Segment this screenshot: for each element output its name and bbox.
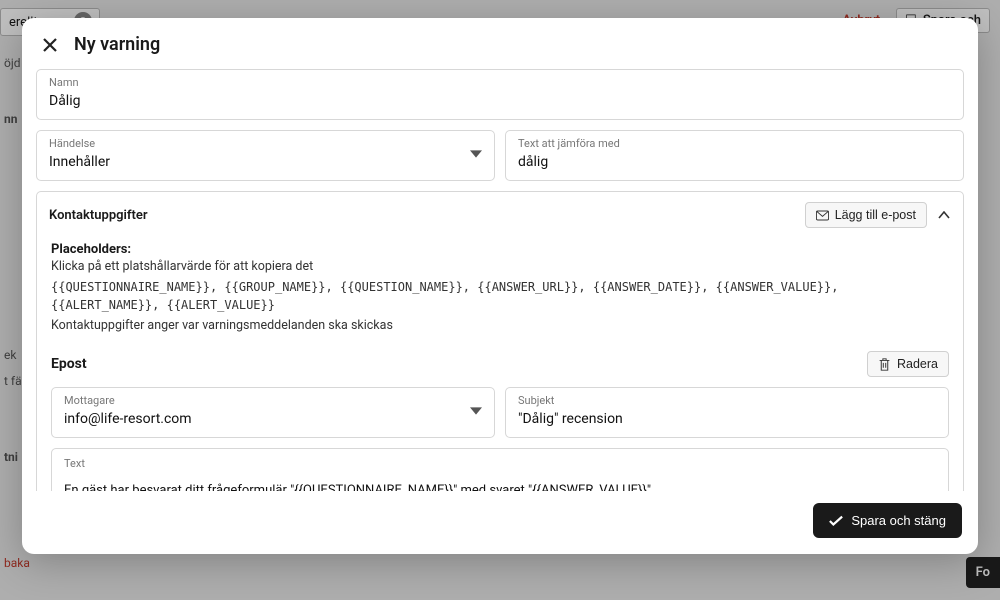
event-label: Händelse — [49, 137, 482, 151]
recipients-select[interactable]: Mottagare info@life-resort.com — [51, 387, 495, 438]
name-label: Namn — [49, 76, 951, 90]
modal-footer: Spara och stäng — [22, 491, 978, 554]
save-and-close-button[interactable]: Spara och stäng — [813, 503, 962, 538]
placeholders-title: Placeholders: — [51, 242, 949, 257]
compare-text-field[interactable]: Text att jämföra med dålig — [505, 130, 964, 181]
email-text-label: Text — [64, 457, 936, 470]
close-icon[interactable] — [40, 35, 60, 55]
subject-field[interactable]: Subjekt "Dålig" recension — [505, 387, 949, 438]
subject-label: Subjekt — [518, 394, 936, 408]
placeholders-note: Kontaktuppgifter anger var varningsmedde… — [51, 318, 949, 333]
epost-title: Epost — [51, 356, 87, 372]
chevron-up-icon — [938, 211, 950, 219]
modal-body: Namn Dålig Händelse Innehåller Text att … — [22, 69, 978, 491]
contact-section: Kontaktuppgifter Lägg till e-post Placeh… — [36, 191, 964, 491]
placeholders-desc: Klicka på ett platshållarvärde för att k… — [51, 259, 949, 274]
collapse-toggle[interactable] — [937, 208, 951, 222]
recipients-value: info@life-resort.com — [64, 409, 482, 429]
compare-value: dålig — [518, 152, 951, 172]
subject-value: "Dålig" recension — [518, 409, 936, 429]
contact-body: Placeholders: Klicka på ett platshållarv… — [37, 238, 963, 491]
name-field[interactable]: Namn Dålig — [36, 69, 964, 120]
compare-label: Text att jämföra med — [518, 137, 951, 151]
trash-icon — [878, 358, 891, 371]
delete-email-button[interactable]: Radera — [867, 351, 949, 377]
save-close-label: Spara och stäng — [851, 513, 946, 528]
mail-icon — [816, 209, 829, 222]
name-value: Dålig — [49, 91, 951, 111]
contact-header: Kontaktuppgifter Lägg till e-post — [37, 192, 963, 238]
event-select[interactable]: Händelse Innehåller — [36, 130, 495, 181]
add-email-button[interactable]: Lägg till e-post — [805, 202, 927, 228]
placeholders-list[interactable]: {{QUESTIONNAIRE_NAME}}, {{GROUP_NAME}}, … — [51, 278, 949, 314]
email-text-content: En gäst har besvarat ditt frågeformulär … — [64, 480, 936, 491]
add-email-label: Lägg till e-post — [835, 208, 916, 222]
modal-title: Ny varning — [74, 34, 160, 55]
caret-down-icon — [470, 405, 482, 421]
alert-modal: Ny varning Namn Dålig Händelse Innehålle… — [22, 18, 978, 554]
recipients-label: Mottagare — [64, 394, 482, 408]
email-text-field[interactable]: Text En gäst har besvarat ditt frågeform… — [51, 448, 949, 491]
delete-label: Radera — [897, 357, 938, 371]
check-icon — [829, 514, 843, 528]
caret-down-icon — [470, 148, 482, 164]
modal-header: Ny varning — [22, 18, 978, 69]
event-value: Innehåller — [49, 152, 482, 172]
contact-title: Kontaktuppgifter — [49, 208, 148, 223]
